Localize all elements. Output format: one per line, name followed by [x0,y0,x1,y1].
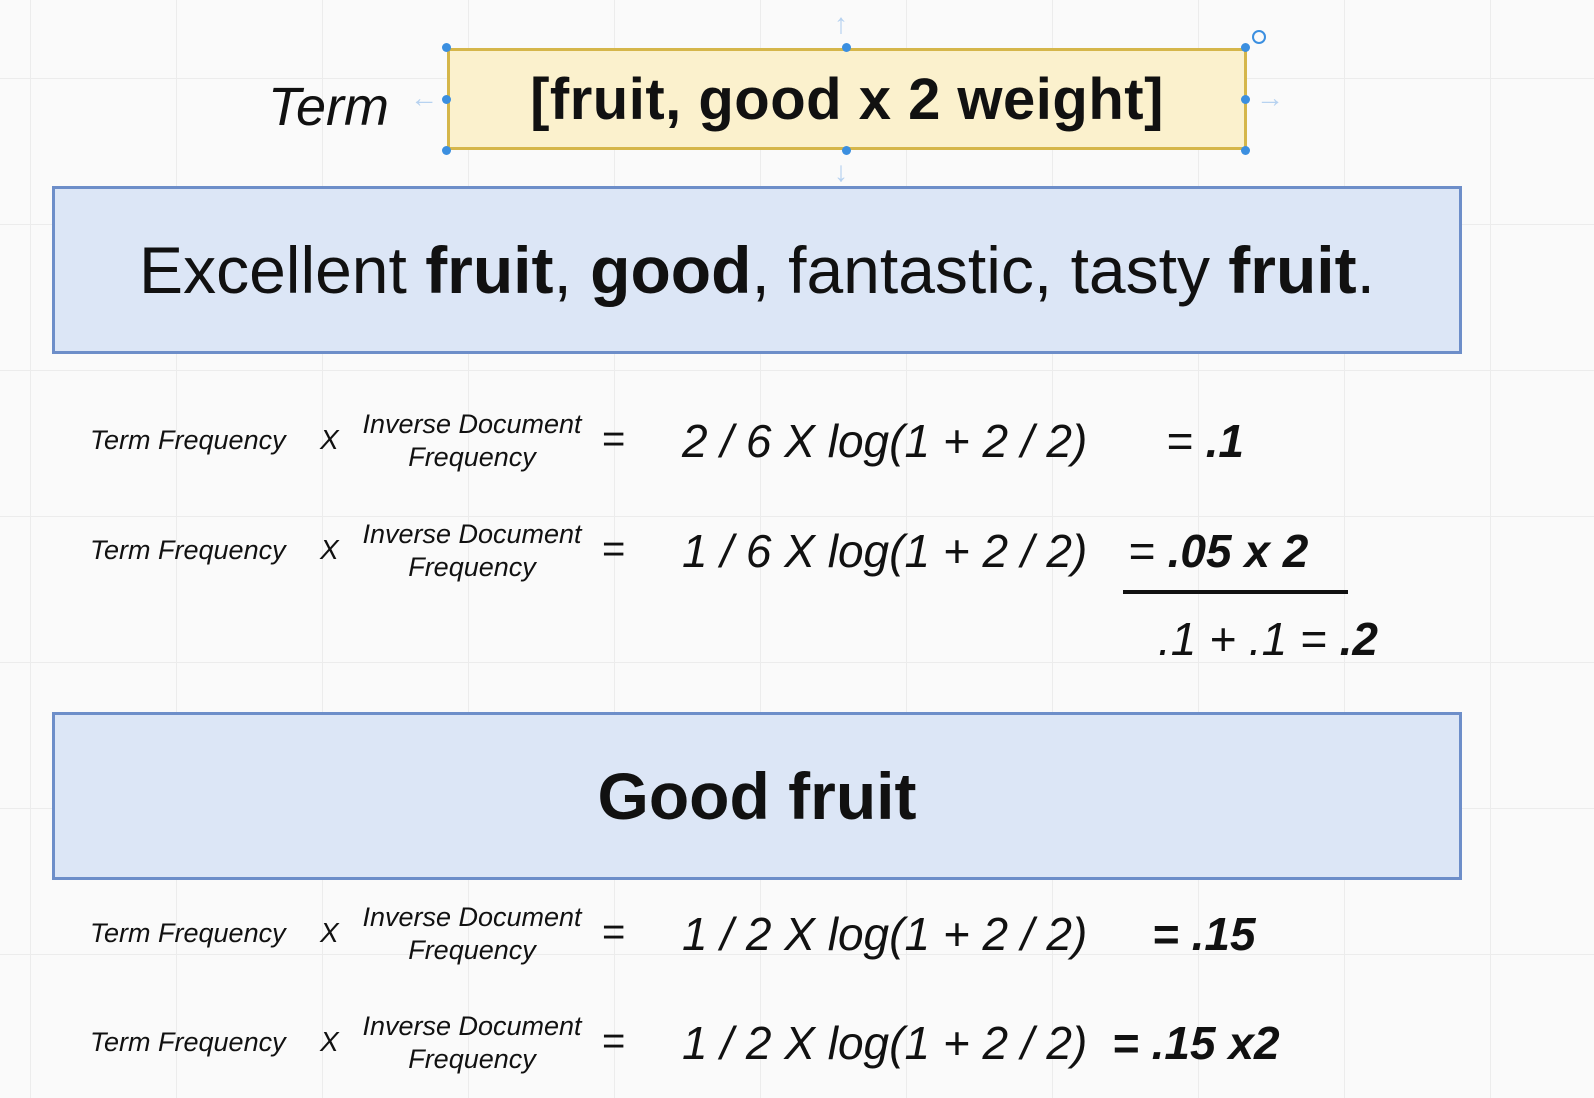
document-1-box[interactable]: Excellent fruit, good, fantastic, tasty … [52,186,1462,354]
term-weight-text: [fruit, good x 2 weight] [530,66,1164,132]
term-weight-box[interactable]: [fruit, good x 2 weight] [447,48,1247,150]
idf-label-line2: Frequency [408,552,536,582]
sum-value: .2 [1339,613,1378,665]
idf-label: Inverse Document Frequency [356,1010,588,1076]
resize-handle-right[interactable] [1241,95,1250,104]
connect-arrow-left-icon[interactable]: ← [410,84,438,112]
idf-label: Inverse Document Frequency [356,518,588,584]
resize-handle-top-right[interactable] [1241,43,1250,52]
equals-sign: = [602,527,626,571]
sum-result: .1 + .1 = .2 [1158,612,1378,666]
tfidf-expression: 1 / 2 X log(1 + 2 / 2) [682,1017,1088,1069]
idf-label-line2: Frequency [408,442,536,472]
result-value: = .15 [1152,908,1256,960]
term-label: Term [268,77,390,137]
result-value: = .15 x2 [1112,1017,1280,1069]
doc1-part: . [1356,233,1375,307]
term-frequency-label: Term Frequency [90,918,286,948]
multiply-sign: X [320,917,339,948]
idf-label: Inverse Document Frequency [356,901,588,967]
doc1-part: Excellent [139,233,426,307]
equals-sign: = [602,1019,626,1063]
document-1-text: Excellent fruit, good, fantastic, tasty … [139,232,1375,308]
doc1-term-good: good [590,233,752,307]
document-2-box[interactable]: Good fruit [52,712,1462,880]
tfidf-result: = .15 x2 [1112,1016,1280,1070]
term-frequency-label: Term Frequency [90,1027,286,1057]
multiply-sign: X [320,1026,339,1057]
idf-label-line1: Inverse Document [362,1011,582,1041]
idf-label-line1: Inverse Document [362,519,582,549]
sum-divider-line [1123,590,1348,594]
resize-handle-top-left[interactable] [442,43,451,52]
doc1-part: , fantastic, tasty [751,233,1229,307]
idf-label-line2: Frequency [408,1044,536,1074]
term-frequency-label: Term Frequency [90,535,286,565]
tfidf-result: = .1 [1166,414,1244,468]
term-frequency-label: Term Frequency [90,425,286,455]
resize-handle-left[interactable] [442,95,451,104]
resize-handle-top[interactable] [842,43,851,52]
idf-label-line1: Inverse Document [362,409,582,439]
connect-arrow-right-icon[interactable]: → [1256,84,1284,112]
equals-sign: = [602,910,626,954]
sum-prefix: .1 + .1 = [1158,613,1340,665]
idf-label: Inverse Document Frequency [356,408,588,474]
tfidf-expression: 2 / 6 X log(1 + 2 / 2) [682,415,1088,467]
connect-arrow-up-icon[interactable]: ↑ [834,10,848,38]
result-prefix: = [1128,525,1168,577]
rotate-handle-icon[interactable] [1252,30,1266,44]
doc1-term-fruit: fruit [425,233,554,307]
idf-label-line1: Inverse Document [362,902,582,932]
tfidf-expression: 1 / 6 X log(1 + 2 / 2) [682,525,1088,577]
tfidf-expression: 1 / 2 X log(1 + 2 / 2) [682,908,1088,960]
connect-arrow-down-icon[interactable]: ↓ [834,158,848,186]
multiply-sign: X [320,424,339,455]
doc1-term-fruit: fruit [1228,233,1357,307]
document-2-text: Good fruit [597,759,917,833]
resize-handle-bottom-left[interactable] [442,146,451,155]
doc1-part: , [553,233,591,307]
equals-sign: = [602,417,626,461]
resize-handle-bottom-right[interactable] [1241,146,1250,155]
resize-handle-bottom[interactable] [842,146,851,155]
multiply-sign: X [320,534,339,565]
tfidf-result: = .05 x 2 [1128,524,1308,578]
tfidf-result: = .15 [1152,907,1256,961]
result-value: .05 x 2 [1167,525,1309,577]
idf-label-line2: Frequency [408,935,536,965]
result-value: .1 [1205,415,1245,467]
result-prefix: = [1166,415,1206,467]
